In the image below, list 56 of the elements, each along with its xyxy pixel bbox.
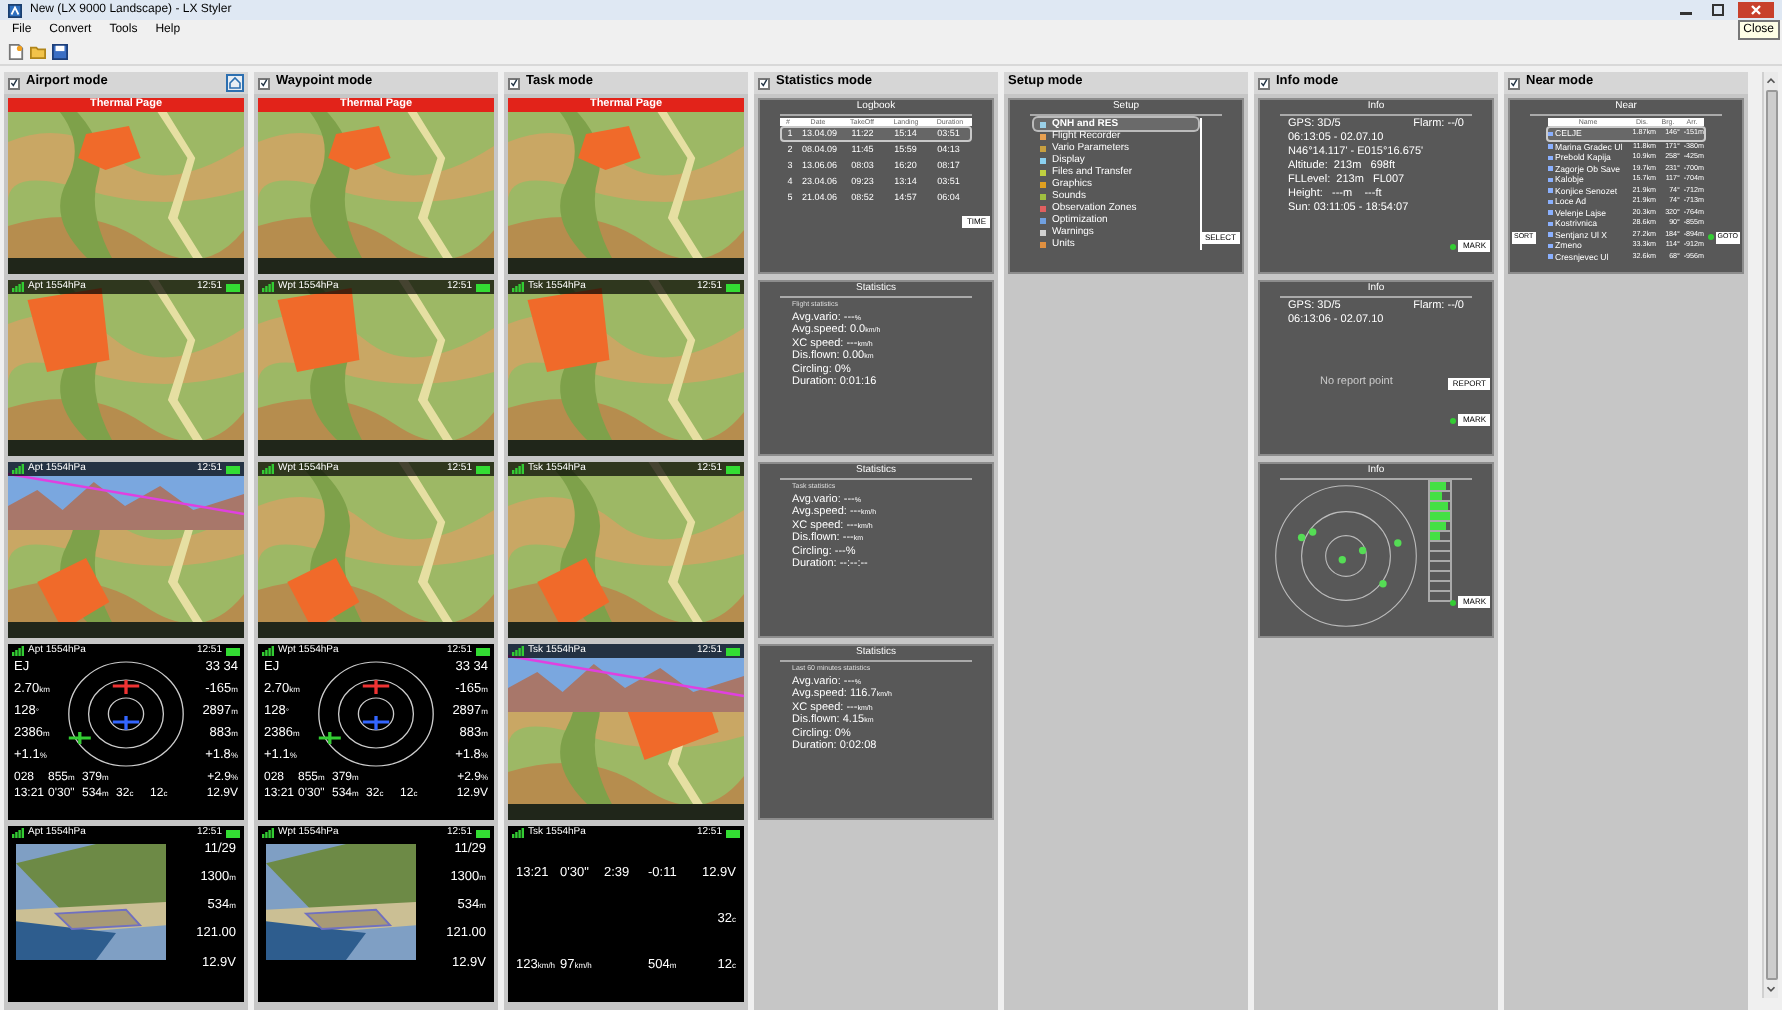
signal-icon	[12, 828, 24, 838]
airfield-icon	[1548, 131, 1553, 136]
battery-icon	[476, 465, 490, 473]
airfield-icon	[1548, 210, 1553, 215]
airfield-icon	[1548, 243, 1553, 248]
signal-icon	[512, 646, 524, 656]
app-icon	[8, 3, 22, 17]
checkbox[interactable]	[758, 77, 770, 89]
battery-icon	[726, 465, 740, 473]
signal-icon	[262, 646, 274, 656]
checkbox[interactable]	[1258, 77, 1270, 89]
checkbox[interactable]	[508, 77, 520, 89]
signal-icon	[262, 828, 274, 838]
battery-icon	[226, 465, 240, 473]
airfield-icon	[1548, 144, 1553, 149]
airfield-icon	[1548, 232, 1553, 237]
airfield-icon	[1548, 166, 1553, 171]
signal-icon	[12, 282, 24, 292]
battery-icon	[476, 829, 490, 837]
battery-icon	[226, 283, 240, 291]
airfield-icon	[1548, 155, 1553, 160]
folder-icon[interactable]	[30, 44, 46, 60]
scrollbar-thumb[interactable]	[1765, 90, 1777, 980]
signal-icon	[262, 282, 274, 292]
signal-icon	[12, 464, 24, 474]
checkbox[interactable]	[8, 77, 20, 89]
battery-icon	[476, 283, 490, 291]
checkbox[interactable]	[1508, 77, 1520, 89]
scroll-down-icon[interactable]	[1764, 982, 1778, 996]
scroll-up-icon[interactable]	[1764, 74, 1778, 88]
marker-icon	[1707, 234, 1714, 241]
airfield-icon	[1548, 188, 1553, 193]
airfield-icon	[1548, 221, 1553, 226]
marker-icon	[1450, 599, 1457, 605]
battery-icon	[476, 647, 490, 655]
battery-icon	[726, 647, 740, 655]
signal-icon	[512, 828, 524, 838]
battery-icon	[726, 283, 740, 291]
save-icon[interactable]	[52, 44, 68, 60]
airfield-icon	[1548, 199, 1553, 204]
signal-icon	[262, 464, 274, 474]
battery-icon	[726, 829, 740, 837]
airfield-icon	[1548, 254, 1553, 259]
checkbox[interactable]	[258, 77, 270, 89]
signal-icon	[512, 282, 524, 292]
signal-icon	[512, 464, 524, 474]
airfield-icon	[1548, 177, 1553, 182]
battery-icon	[226, 829, 240, 837]
close-icon[interactable]	[1738, 2, 1774, 18]
home-button[interactable]	[226, 74, 244, 92]
maximize-icon[interactable]	[1706, 2, 1730, 18]
signal-icon	[12, 646, 24, 656]
marker-icon	[1450, 243, 1457, 249]
battery-icon	[226, 647, 240, 655]
marker-icon	[1450, 417, 1457, 423]
new-file-icon[interactable]	[8, 44, 24, 60]
